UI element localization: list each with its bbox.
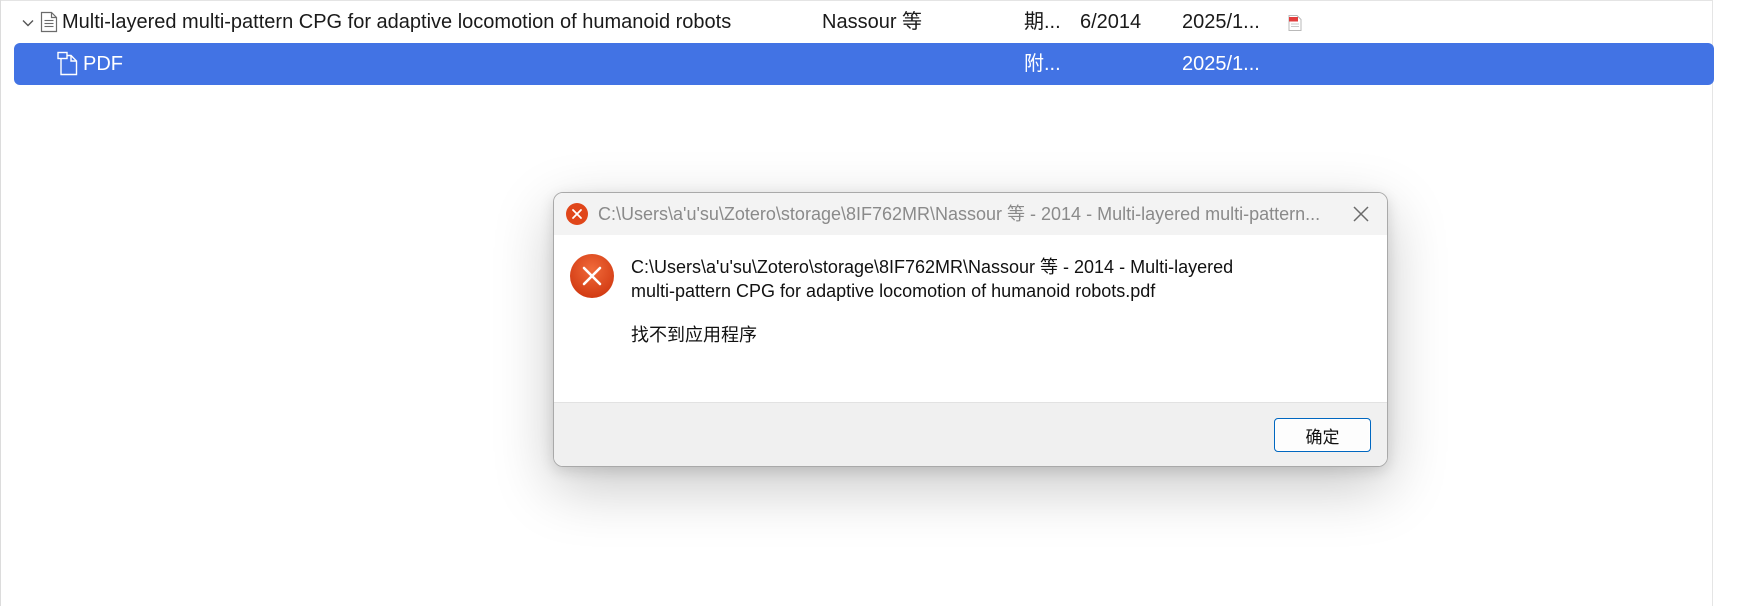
attachment-type: 附... [1024,53,1061,75]
item-date: 6/2014 [1080,11,1142,33]
error-icon [568,252,616,300]
pdf-icon[interactable] [1286,14,1304,32]
chevron-down-icon[interactable] [20,14,36,30]
dialog-message: C:\Users\a'u'su\Zotero\storage\8IF762MR\… [631,255,1351,303]
attachment-date-added: 2025/1... [1182,53,1260,75]
dialog-detail: 找不到应用程序 [631,325,757,345]
divider [1712,0,1713,606]
close-icon [1353,206,1369,222]
dialog-body: C:\Users\a'u'su\Zotero\storage\8IF762MR\… [554,235,1387,395]
dialog-message-line: multi-pattern CPG for adaptive locomotio… [631,281,1156,301]
item-creator: Nassour 等 [822,11,923,33]
dialog-title: C:\Users\a'u'su\Zotero\storage\8IF762MR\… [598,204,1321,224]
dialog-footer: 确定 [554,402,1387,466]
attachment-row[interactable]: PDF 附... 2025/1... [14,43,1714,85]
divider [0,0,1712,1]
dialog-message-line: C:\Users\a'u'su\Zotero\storage\8IF762MR\… [631,257,1234,277]
divider [0,0,1,606]
attachment-pdf-icon [56,51,80,76]
dialog-titlebar[interactable]: C:\Users\a'u'su\Zotero\storage\8IF762MR\… [554,193,1387,235]
item-date-added: 2025/1... [1182,11,1260,33]
close-button[interactable] [1343,200,1379,228]
item-type: 期... [1024,11,1061,33]
error-icon [565,202,589,226]
attachment-title: PDF [83,53,123,75]
item-title: Multi-layered multi-pattern CPG for adap… [62,11,732,33]
item-row[interactable]: Multi-layered multi-pattern CPG for adap… [14,2,1714,42]
document-icon [40,11,58,33]
ok-button[interactable]: 确定 [1274,418,1371,452]
error-dialog: C:\Users\a'u'su\Zotero\storage\8IF762MR\… [553,192,1388,467]
